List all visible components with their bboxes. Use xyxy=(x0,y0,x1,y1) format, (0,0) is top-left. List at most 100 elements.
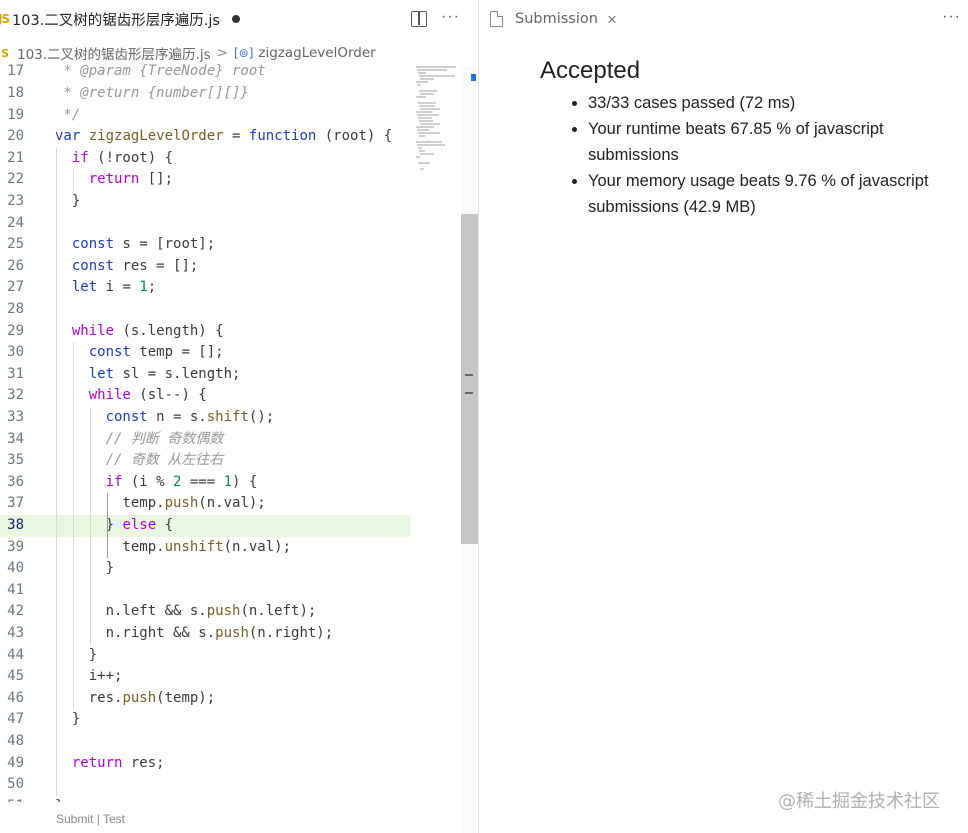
breadcrumb-file[interactable]: 103.二叉树的锯齿形层序遍历.js xyxy=(17,43,211,63)
code-line[interactable]: 22 return []; xyxy=(0,169,410,191)
code-line[interactable]: 38 } else { xyxy=(0,515,410,537)
minimap-line xyxy=(416,141,442,143)
submission-pane: Submission × ··· Accepted 33/33 cases pa… xyxy=(480,0,968,833)
minimap-line xyxy=(418,102,436,104)
symbol-method-icon: [⊚] xyxy=(233,46,254,60)
code-line[interactable]: 42 n.left && s.push(n.left); xyxy=(0,601,410,623)
editor-tab[interactable]: JS 103.二叉树的锯齿形层序遍历.js xyxy=(0,0,240,38)
minimap-line xyxy=(417,129,429,131)
code-text: */ xyxy=(55,106,81,123)
test-link[interactable]: Test xyxy=(103,812,125,826)
code-text: n.left && s.push(n.left); xyxy=(55,603,317,620)
sash-handle-icon[interactable] xyxy=(465,374,473,376)
code-line[interactable]: 40 } xyxy=(0,558,410,580)
code-line[interactable]: 30 const temp = []; xyxy=(0,342,410,364)
code-text: var zigzagLevelOrder = function (root) { xyxy=(55,128,393,145)
codelens-separator: | xyxy=(96,812,100,826)
code-text: const res = []; xyxy=(71,257,199,274)
line-number: 33 xyxy=(7,409,24,425)
minimap-line xyxy=(418,72,426,74)
code-line[interactable]: 35 // 奇数 从左往右 xyxy=(0,450,410,472)
minimap-line xyxy=(418,132,440,134)
split-editor-icon[interactable] xyxy=(411,11,427,27)
code-line[interactable]: 36 if (i % 2 === 1) { xyxy=(0,472,410,494)
code-line[interactable]: 47 } xyxy=(0,709,410,731)
code-line[interactable]: 28 xyxy=(0,299,410,321)
indent-guide xyxy=(106,493,108,537)
indent-guide xyxy=(106,536,108,559)
code-line[interactable]: 41 xyxy=(0,580,410,602)
minimap-line xyxy=(419,90,437,92)
code-line[interactable]: 32 while (sl--) { xyxy=(0,385,410,407)
line-number: 27 xyxy=(7,279,24,296)
submit-link[interactable]: Submit xyxy=(56,812,93,826)
line-number: 24 xyxy=(7,214,24,231)
code-text: // 判断 奇数偶数 xyxy=(55,430,224,447)
line-number: 39 xyxy=(7,538,24,555)
code-line[interactable]: 33 const n = s.shift(); xyxy=(0,407,410,429)
more-actions-icon[interactable]: ··· xyxy=(942,8,961,26)
minimap[interactable] xyxy=(414,66,462,176)
line-number: 17 xyxy=(7,63,24,80)
code-line[interactable]: 26 const res = []; xyxy=(0,256,410,278)
code-text: while (s.length) { xyxy=(71,322,224,339)
editor-tabbar: JS 103.二叉树的锯齿形层序遍历.js ··· xyxy=(0,0,478,38)
minimap-line xyxy=(417,114,439,116)
code-line[interactable]: 44 } xyxy=(0,645,410,667)
breadcrumb: JS 103.二叉树的锯齿形层序遍历.js > [⊚] zigzagLevelO… xyxy=(0,42,376,64)
code-line[interactable]: 46 res.push(temp); xyxy=(0,688,410,710)
line-number: 45 xyxy=(7,668,24,685)
minimap-line xyxy=(416,81,428,83)
unsaved-dot-icon[interactable] xyxy=(231,15,240,23)
code-line[interactable]: 23 } xyxy=(0,191,410,213)
code-line[interactable]: 51}; xyxy=(0,796,410,802)
code-line[interactable]: 49 return res; xyxy=(0,753,410,775)
code-text: const temp = []; xyxy=(88,344,224,361)
minimap-line xyxy=(416,66,456,68)
code-editor[interactable]: 17 * @param {TreeNode} root 18 * @return … xyxy=(0,62,410,802)
code-line[interactable]: 20 var zigzagLevelOrder = function (root)… xyxy=(0,126,410,148)
code-text: } xyxy=(55,711,81,728)
indent-guide xyxy=(56,147,57,796)
line-number: 35 xyxy=(7,452,24,469)
minimap-line xyxy=(420,108,440,110)
scrollbar-thumb[interactable] xyxy=(461,214,478,544)
file-icon xyxy=(490,11,503,27)
close-icon[interactable]: × xyxy=(607,11,617,28)
code-line[interactable]: 17 * @param {TreeNode} root xyxy=(0,62,410,83)
js-file-icon: JS xyxy=(0,12,10,26)
result-status: Accepted xyxy=(540,57,641,84)
minimap-line xyxy=(420,93,434,95)
minimap-line xyxy=(419,150,425,152)
minimap-line xyxy=(418,162,430,164)
code-line[interactable]: 21 if (!root) { xyxy=(0,148,410,170)
breadcrumb-symbol[interactable]: zigzagLevelOrder xyxy=(258,45,375,61)
code-text: let sl = s.length; xyxy=(88,365,241,382)
code-line[interactable]: 19 */ xyxy=(0,105,410,127)
line-number: 49 xyxy=(7,754,24,771)
code-text: return res; xyxy=(71,754,165,771)
code-text: const n = s.shift(); xyxy=(105,409,275,425)
code-line[interactable]: 50 xyxy=(0,774,410,796)
code-line[interactable]: 37 temp.push(n.val); xyxy=(0,493,410,515)
sash-handle-icon[interactable] xyxy=(465,392,473,394)
code-text: i++; xyxy=(55,668,123,685)
code-line[interactable]: 43 n.right && s.push(n.right); xyxy=(0,623,410,645)
line-number: 22 xyxy=(7,171,24,188)
code-line[interactable]: 34 // 判断 奇数偶数 xyxy=(0,429,410,451)
code-line[interactable]: 29 while (s.length) { xyxy=(0,321,410,343)
minimap-line xyxy=(416,156,420,158)
more-actions-icon[interactable]: ··· xyxy=(441,8,460,26)
code-line[interactable]: 18 * @return {number[][]} xyxy=(0,83,410,105)
code-line[interactable]: 45 i++; xyxy=(0,666,410,688)
code-line[interactable]: 24 xyxy=(0,213,410,235)
code-line[interactable]: 39 temp.unshift(n.val); xyxy=(0,537,410,559)
code-line[interactable]: 48 xyxy=(0,731,410,753)
submission-tab[interactable]: Submission × xyxy=(490,0,617,38)
minimap-line xyxy=(418,117,432,119)
code-line[interactable]: 31 let sl = s.length; xyxy=(0,364,410,386)
result-details: 33/33 cases passed (72 ms) Your runtime … xyxy=(588,90,940,220)
code-line[interactable]: 27 let i = 1; xyxy=(0,277,410,299)
line-number: 44 xyxy=(7,646,24,663)
code-line[interactable]: 25 const s = [root]; xyxy=(0,234,410,256)
